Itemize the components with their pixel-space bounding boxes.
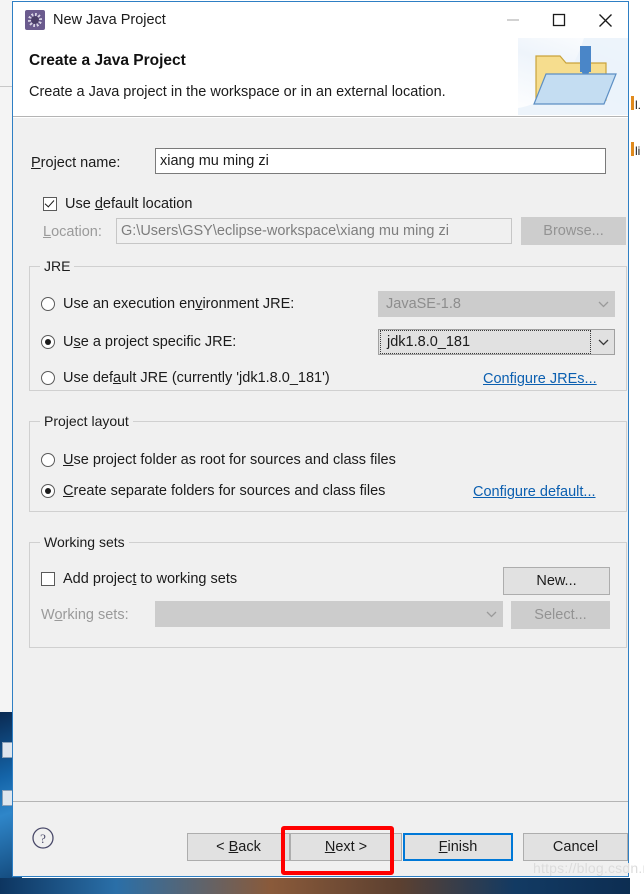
project-layout-root-radio[interactable] (41, 453, 55, 467)
background-window-sliver (0, 0, 12, 712)
next-button-label: Next > (324, 839, 368, 855)
configure-jres-link[interactable]: Configure JREs... (483, 371, 597, 387)
new-working-set-button[interactable]: New... (503, 567, 610, 595)
add-project-to-working-sets-label: Add project to working sets (63, 571, 238, 587)
jre-execution-env-combo-value: JavaSE-1.8 (386, 296, 461, 312)
configure-default-link[interactable]: Configure default... (473, 484, 596, 500)
jre-option-project-specific[interactable]: Use a project specific JRE: (41, 334, 236, 350)
use-default-location-row[interactable]: Use default location (43, 196, 192, 212)
jre-option-default[interactable]: Use default JRE (currently 'jdk1.8.0_181… (41, 370, 330, 386)
finish-button-label: Finish (438, 839, 478, 855)
java-project-gear-icon (25, 10, 45, 30)
project-layout-option-separate[interactable]: Create separate folders for sources and … (41, 483, 385, 499)
close-icon[interactable] (582, 2, 628, 38)
jre-default-label: Use default JRE (currently 'jdk1.8.0_181… (63, 370, 330, 386)
working-sets-group-title: Working sets (40, 534, 129, 550)
jre-project-specific-label: Use a project specific JRE: (63, 334, 237, 350)
working-sets-combo[interactable] (155, 601, 503, 627)
cancel-button[interactable]: Cancel (523, 833, 628, 861)
page-description: Create a Java project in the workspace o… (29, 84, 446, 100)
add-project-to-working-sets-row[interactable]: Add project to working sets (41, 571, 237, 587)
new-java-project-dialog: New Java Project Create a Java Project C… (12, 1, 644, 877)
dialog-title: New Java Project (53, 12, 166, 28)
desktop-background: l. li New Java Project Create a Java Pro… (0, 0, 644, 894)
location-input[interactable] (116, 218, 512, 244)
next-button[interactable]: Next > (290, 833, 402, 861)
jre-project-specific-combo-value: jdk1.8.0_181 (380, 330, 591, 354)
jre-execution-env-combo[interactable]: JavaSE-1.8 (378, 291, 615, 317)
back-button-label: < Back (216, 839, 261, 855)
svg-text:?: ? (40, 831, 46, 846)
finish-button[interactable]: Finish (403, 833, 513, 861)
dialog-content: Project name: Use default location Locat… (13, 117, 628, 801)
working-sets-combo-value (157, 603, 479, 625)
add-project-to-working-sets-checkbox[interactable] (41, 572, 55, 586)
background-text-fragment-1: l. (635, 98, 641, 112)
project-name-input[interactable] (155, 148, 606, 174)
background-accent-bar-2 (631, 142, 634, 156)
background-right-panel (630, 0, 644, 894)
chevron-down-icon (592, 301, 614, 308)
browse-button[interactable]: Browse... (521, 217, 626, 245)
project-layout-separate-label: Create separate folders for sources and … (63, 483, 386, 499)
use-default-location-label: Use default location (65, 196, 193, 212)
page-title: Create a Java Project (29, 52, 186, 69)
working-sets-label: Working sets: (41, 607, 129, 623)
help-question-icon[interactable]: ? (31, 826, 55, 850)
project-layout-option-root[interactable]: Use project folder as root for sources a… (41, 452, 396, 468)
minimize-icon[interactable] (490, 2, 536, 38)
dialog-titlebar[interactable]: New Java Project (13, 2, 628, 38)
chevron-down-icon (480, 611, 502, 618)
jre-group-title: JRE (40, 258, 75, 274)
java-folder-icon (518, 38, 628, 115)
jre-execution-env-label: Use an execution environment JRE: (63, 296, 295, 312)
chevron-down-icon[interactable] (592, 339, 614, 346)
jre-option-execution-environment[interactable]: Use an execution environment JRE: (41, 296, 294, 312)
jre-execution-env-radio[interactable] (41, 297, 55, 311)
desktop-wallpaper-bottom (0, 878, 644, 894)
use-default-location-checkbox[interactable] (43, 197, 57, 211)
background-divider (0, 86, 12, 87)
window-controls (490, 2, 628, 38)
select-working-set-button[interactable]: Select... (511, 601, 610, 629)
maximize-icon[interactable] (536, 2, 582, 38)
dialog-footer: ? < Back Next > Finish Cancel https://bl… (13, 801, 644, 876)
working-sets-group: Working sets (29, 534, 627, 648)
jre-project-specific-radio[interactable] (41, 335, 55, 349)
project-layout-group-title: Project layout (40, 413, 133, 429)
jre-project-specific-combo[interactable]: jdk1.8.0_181 (378, 329, 615, 355)
location-label: Location: (43, 224, 102, 240)
project-layout-root-label: Use project folder as root for sources a… (63, 452, 396, 468)
background-text-fragment-2: li (635, 144, 641, 158)
background-accent-bar-1 (631, 96, 634, 110)
dialog-header: Create a Java Project Create a Java proj… (13, 38, 628, 117)
watermark-text: https://blog.csdn.net/Lfwthotpt (533, 860, 644, 876)
project-name-label: Project name: (31, 155, 121, 171)
back-button[interactable]: < Back (187, 833, 290, 861)
project-layout-separate-radio[interactable] (41, 484, 55, 498)
jre-default-radio[interactable] (41, 371, 55, 385)
